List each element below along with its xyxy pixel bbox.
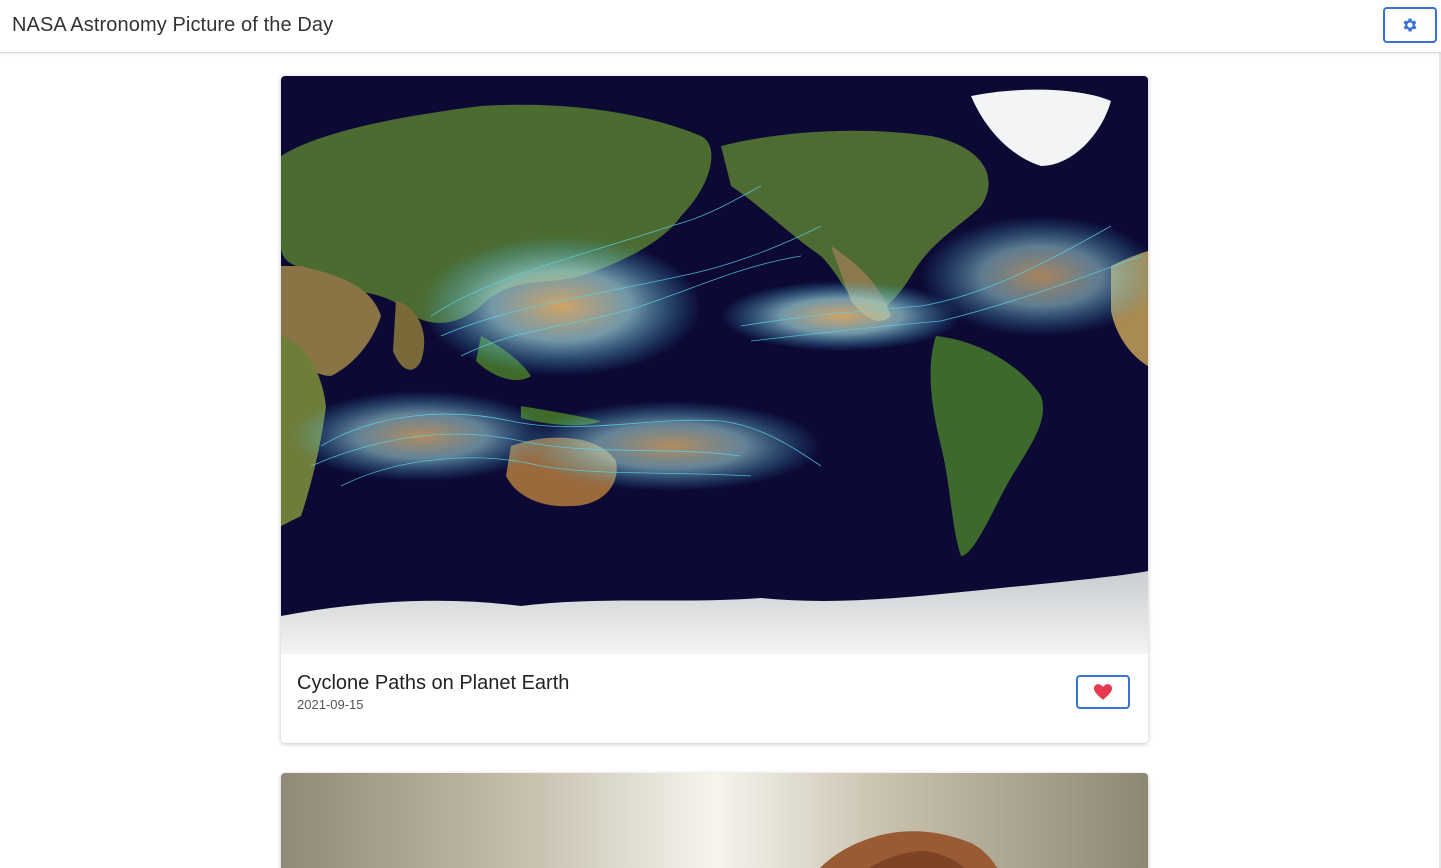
app-header: NASA Astronomy Picture of the Day [0,0,1441,53]
gear-icon [1403,18,1417,32]
apod-card: Cyclone Paths on Planet Earth 2021-09-15 [281,76,1148,743]
apod-card [281,773,1148,868]
app-title: NASA Astronomy Picture of the Day [12,14,334,36]
apod-image[interactable] [281,773,1148,868]
apod-image[interactable] [281,76,1148,654]
heart-icon [1094,684,1112,700]
apod-feed: Cyclone Paths on Planet Earth 2021-09-15 [0,53,1439,868]
apod-title: Cyclone Paths on Planet Earth [297,672,570,694]
like-button[interactable] [1076,675,1130,709]
settings-button[interactable] [1383,7,1437,43]
apod-date: 2021-09-15 [297,697,364,712]
